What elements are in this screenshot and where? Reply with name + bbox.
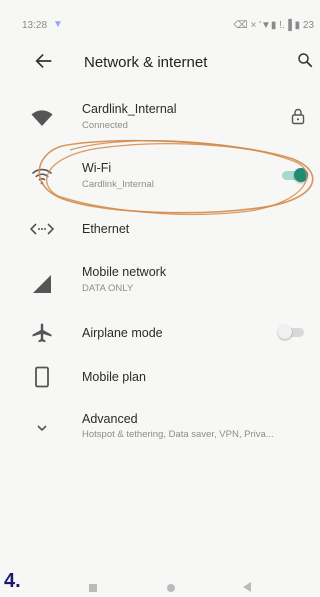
arrow-back-icon[interactable]: [33, 50, 55, 72]
app-bar: Network & internet: [0, 45, 314, 79]
network-name: Cardlink_Internal: [82, 102, 177, 116]
list-item-advanced[interactable]: Advanced Hotspot & tethering, Data saver…: [0, 406, 314, 450]
status-bar: 13:28 ▼ ⌫ × '▼▮ !.▐ ▮ 23: [0, 0, 314, 38]
airplane-icon: [32, 323, 52, 343]
status-icons: ⌫ × '▼▮ !.▐ ▮ 23: [233, 20, 314, 31]
mobile-network-label: Mobile network: [82, 265, 167, 279]
recent-apps-icon[interactable]: [86, 581, 100, 595]
list-item-cardlink-network[interactable]: Cardlink_Internal Connected: [0, 95, 314, 139]
wifi-toggle-thumb: [294, 168, 308, 182]
wifi-icon: [31, 168, 53, 185]
wifi-network-name: Cardlink_Internal: [82, 179, 154, 190]
wifi-toggle[interactable]: [280, 168, 308, 182]
navigation-bar: [0, 565, 314, 597]
page-title: Network & internet: [84, 54, 208, 71]
advanced-label: Advanced: [82, 412, 138, 426]
list-item-wifi[interactable]: Wi-Fi Cardlink_Internal: [0, 150, 314, 198]
airplane-mode-toggle[interactable]: [278, 325, 306, 339]
ethernet-label: Ethernet: [82, 222, 130, 236]
status-wifi-icon: ▼: [53, 19, 63, 30]
chevron-down-icon: [37, 425, 47, 432]
list-item-mobile-plan[interactable]: Mobile plan: [0, 362, 314, 392]
ethernet-icon: [30, 223, 54, 235]
back-nav-icon[interactable]: [240, 580, 254, 594]
list-item-airplane-mode[interactable]: Airplane mode: [0, 318, 314, 348]
advanced-summary: Hotspot & tethering, Data saver, VPN, Pr…: [82, 429, 274, 440]
list-item-mobile-network[interactable]: Mobile network DATA ONLY: [0, 258, 314, 302]
cellular-signal-icon: [33, 275, 51, 293]
airplane-toggle-thumb: [278, 325, 292, 339]
home-icon[interactable]: [164, 581, 178, 595]
mobile-network-status: DATA ONLY: [82, 283, 134, 294]
airplane-mode-label: Airplane mode: [82, 326, 163, 340]
wifi-filled-icon: [31, 110, 53, 126]
status-time: 13:28: [22, 20, 48, 31]
page-number: 4.: [4, 570, 21, 592]
mobile-plan-label: Mobile plan: [82, 370, 146, 384]
network-status: Connected: [82, 120, 128, 131]
wifi-label: Wi-Fi: [82, 161, 112, 175]
search-icon[interactable]: [296, 51, 314, 69]
lock-icon: [291, 108, 305, 125]
list-item-ethernet[interactable]: Ethernet: [0, 213, 314, 245]
phone-outline-icon: [35, 366, 49, 388]
